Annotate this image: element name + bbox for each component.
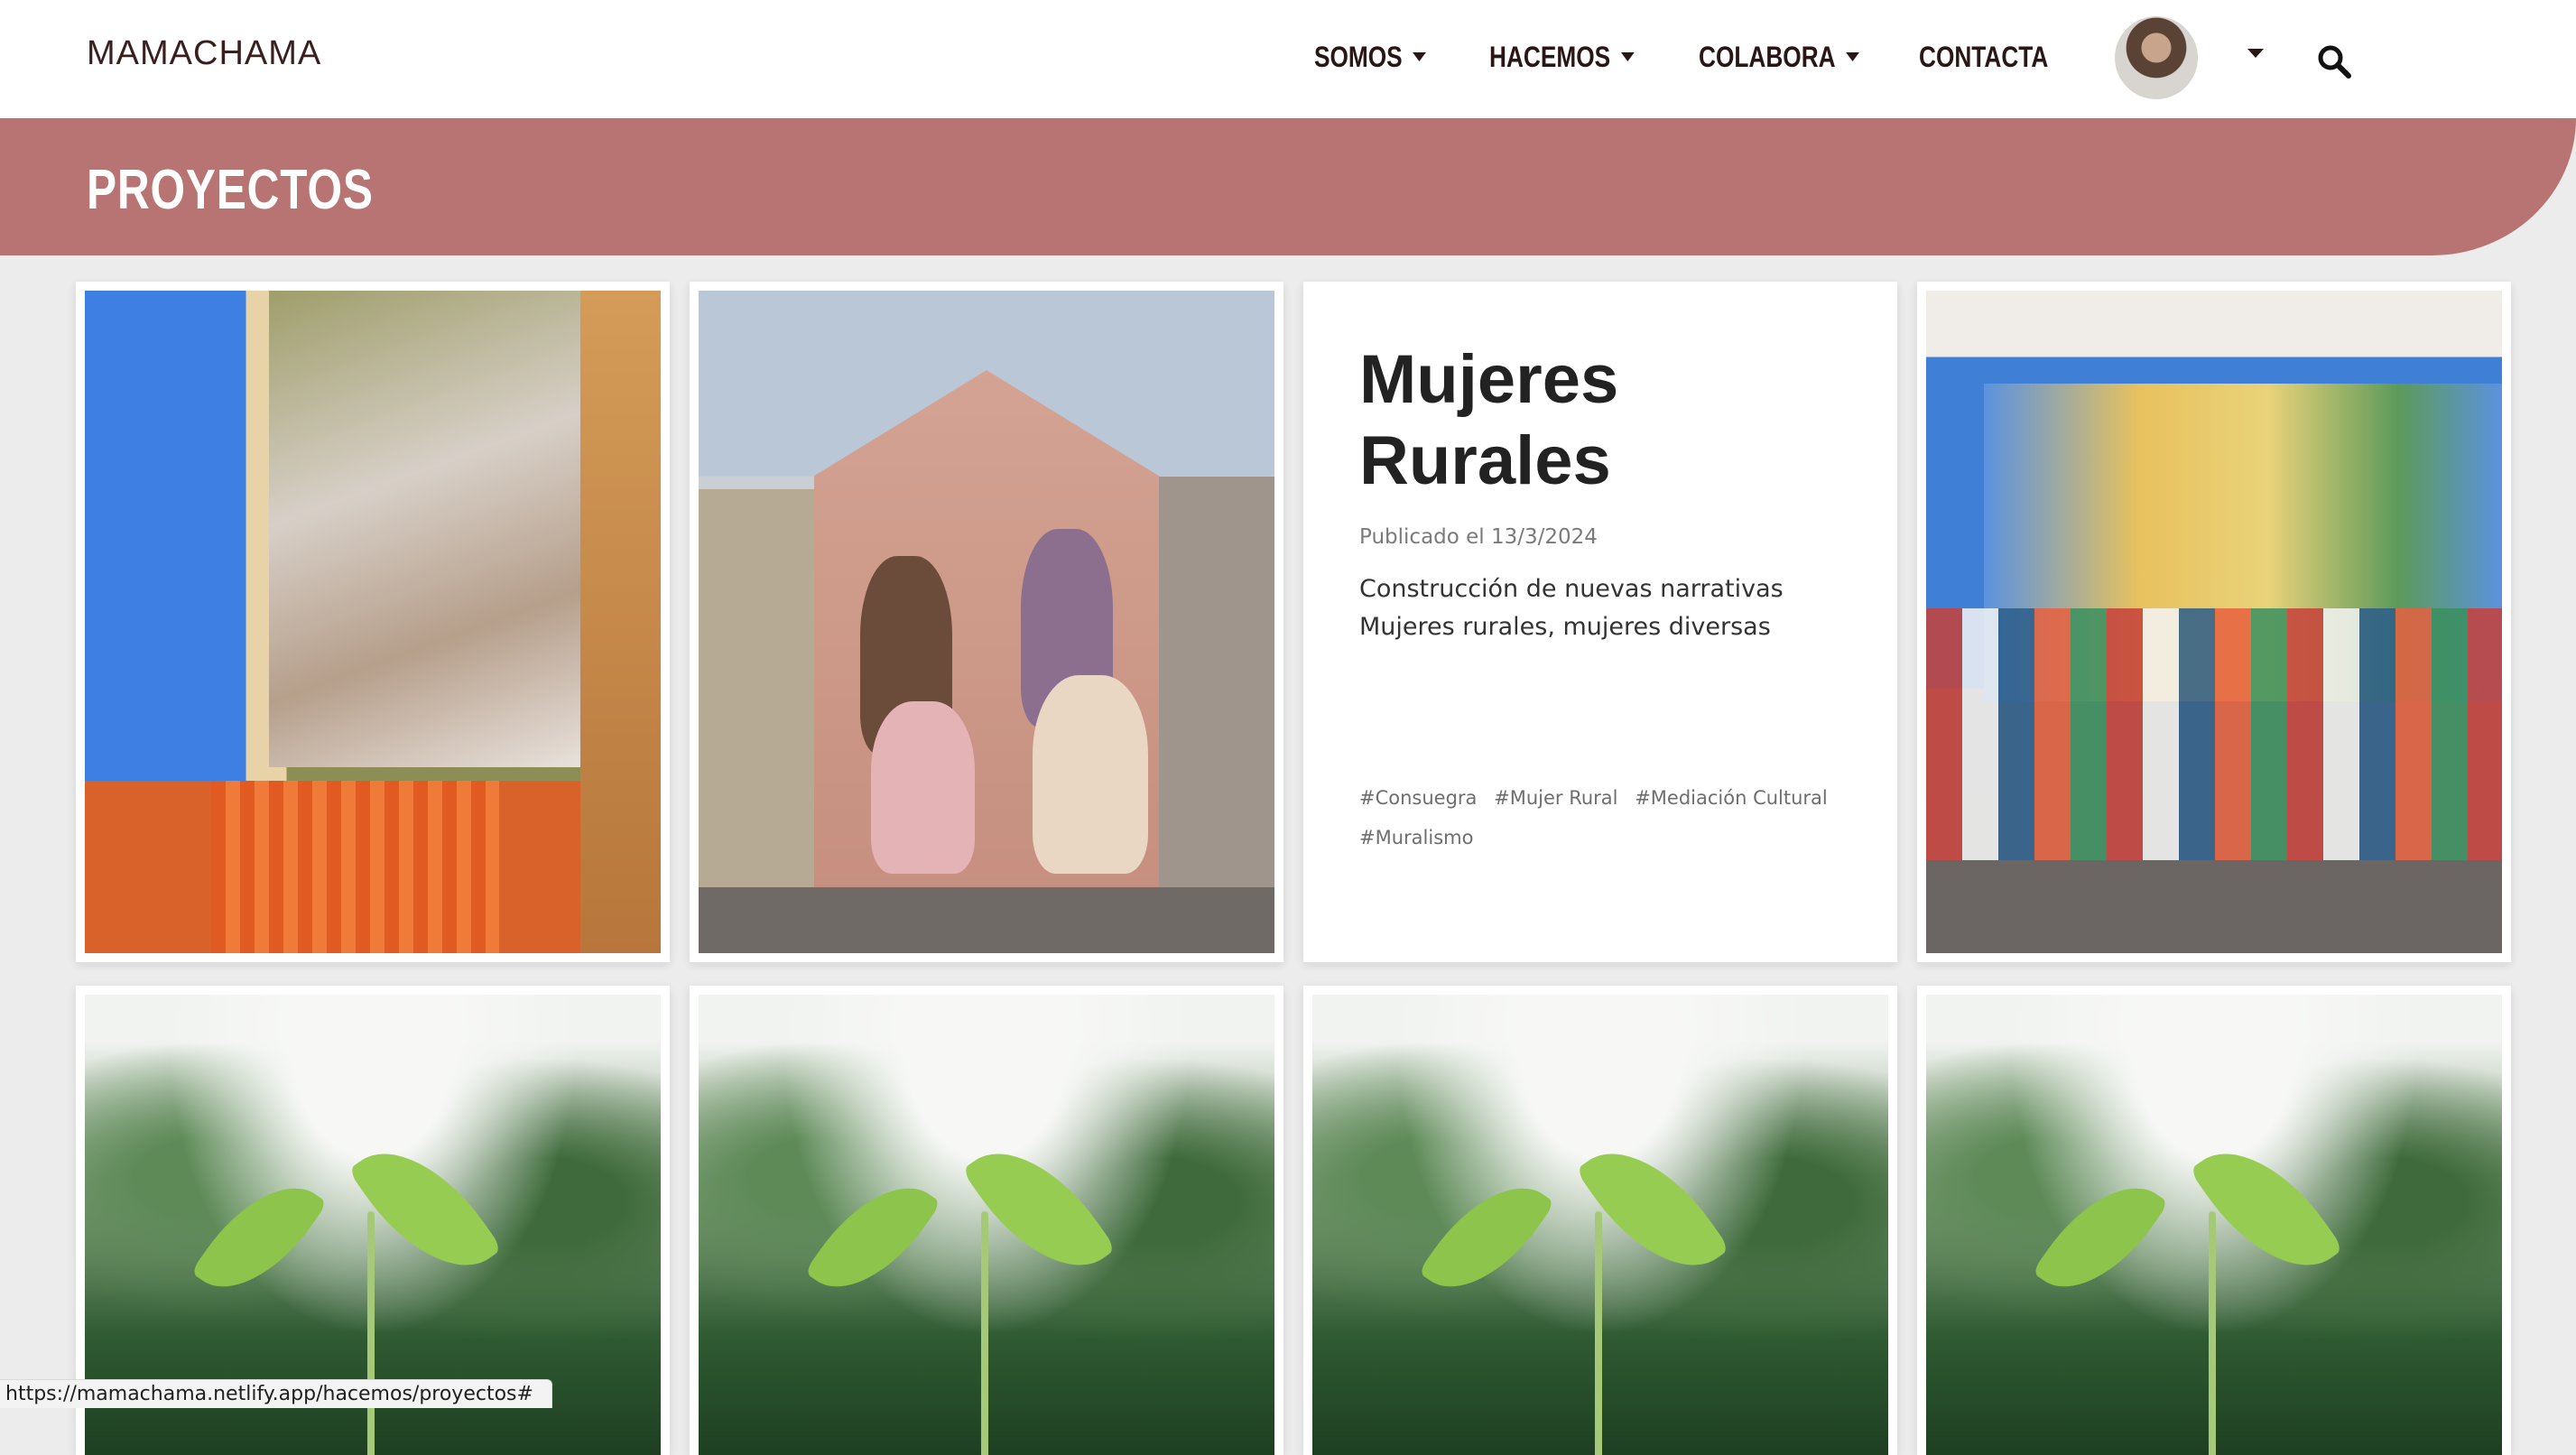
nav-item-hacemos[interactable]: HACEMOS [1489, 36, 1635, 78]
chevron-down-icon [1620, 52, 1635, 61]
project-card-image[interactable] [1303, 986, 1897, 1455]
page-header-band: PROYECTOS [0, 118, 2576, 255]
nav-item-label: COLABORA [1699, 40, 1836, 73]
nav-item-label: HACEMOS [1489, 40, 1611, 73]
tag-link[interactable]: #Consuegra [1359, 787, 1477, 809]
project-image [85, 291, 661, 953]
project-card-image[interactable] [1917, 282, 2511, 962]
project-date: Publicado el 13/3/2024 [1359, 525, 1598, 549]
nav-item-contacta[interactable]: CONTACTA [1919, 36, 2048, 78]
description-line: Mujeres rurales, mujeres diversas [1359, 613, 1771, 641]
project-card-image[interactable] [1917, 986, 2511, 1455]
nav-item-label: CONTACTA [1919, 40, 2049, 73]
project-image [1312, 995, 1888, 1455]
nav-item-label: SOMOS [1314, 40, 1403, 73]
nav-item-somos[interactable]: SOMOS [1314, 36, 1426, 78]
top-navbar: MAMACHAMA SOMOS HACEMOS COLABORA CONTACT… [0, 0, 2576, 118]
project-image [1926, 995, 2502, 1455]
tag-link[interactable]: #Mediación Cultural [1635, 787, 1828, 809]
search-icon[interactable] [2316, 43, 2352, 79]
user-avatar[interactable] [2115, 16, 2198, 99]
nav-item-colabora[interactable]: COLABORA [1699, 36, 1859, 78]
chevron-down-icon[interactable] [2247, 49, 2264, 58]
project-image [1926, 291, 2502, 953]
project-description: Construcción de nuevas narrativas Mujere… [1359, 570, 1847, 646]
page-title: PROYECTOS [87, 159, 374, 221]
project-image [699, 995, 1274, 1455]
chevron-down-icon [1413, 52, 1426, 61]
tag-link[interactable]: #Muralismo [1359, 827, 1473, 848]
description-line: Construcción de nuevas narrativas [1359, 575, 1784, 603]
project-card-image[interactable] [76, 282, 670, 962]
project-image [699, 291, 1274, 953]
chevron-down-icon [1846, 52, 1859, 61]
project-tags: #Consuegra #Mujer Rural #Mediación Cultu… [1359, 778, 1865, 857]
brand-logo-link[interactable]: MAMACHAMA [87, 34, 321, 73]
project-card-text[interactable]: Mujeres Rurales Publicado el 13/3/2024 C… [1303, 282, 1897, 962]
project-card-image[interactable] [690, 282, 1283, 962]
browser-status-url: https://mamachama.netlify.app/hacemos/pr… [0, 1379, 552, 1408]
tag-link[interactable]: #Mujer Rural [1494, 787, 1617, 809]
project-card-image[interactable] [690, 986, 1283, 1455]
project-title[interactable]: Mujeres Rurales [1359, 339, 1865, 502]
